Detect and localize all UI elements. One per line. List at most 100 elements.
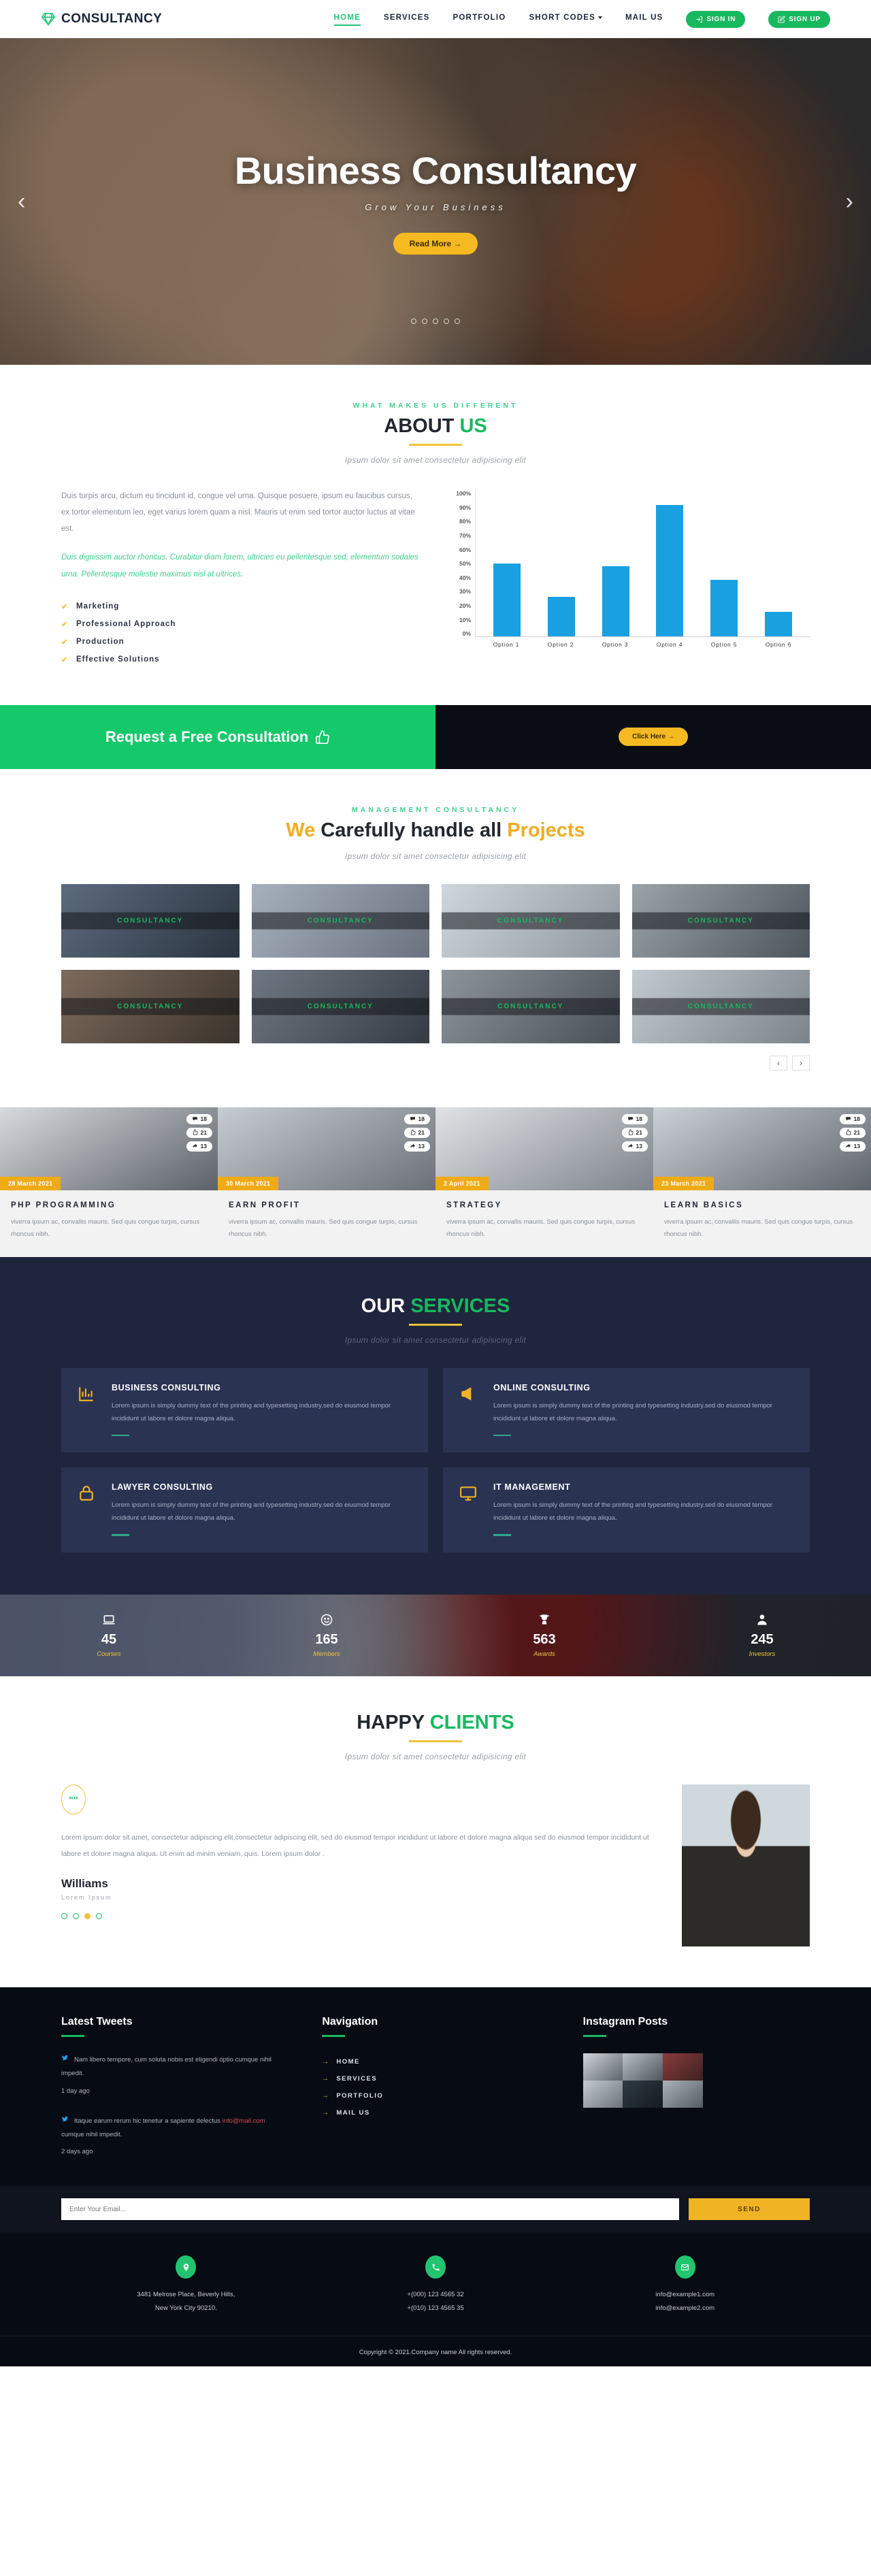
- footer-tweets-title: Latest Tweets: [61, 2015, 133, 2027]
- lock-icon: [78, 1482, 98, 1536]
- service-card[interactable]: LAWYER CONSULTING Lorem ipsum is simply d…: [61, 1467, 428, 1552]
- click-here-button[interactable]: Click Here →: [619, 728, 688, 747]
- twitter-icon: [61, 2055, 69, 2064]
- blog-excerpt: viverra ipsum ac, convallis mauris. Sed …: [229, 1218, 418, 1238]
- statistic-label: Courses: [97, 1650, 121, 1658]
- statistic-value: 245: [751, 1631, 774, 1647]
- projects-description: Ipsum dolor sit amet consectetur adipisi…: [344, 851, 527, 861]
- consultation-banner: Request a Free Consultation Click Here →: [0, 704, 871, 769]
- footer-tweet-text: Nam libero tempore, cum soluta nobis est…: [61, 2055, 272, 2077]
- blog-date: 30 March 2021: [218, 1176, 279, 1190]
- blog-body: LEARN BASICS viverra ipsum ac, convallis …: [653, 1190, 871, 1257]
- footer-nav-item[interactable]: PORTFOLIO: [322, 2087, 548, 2104]
- project-label: CONSULTANCY: [61, 912, 240, 930]
- project-card[interactable]: CONSULTANCY: [442, 969, 620, 1043]
- nav-item-short-codes[interactable]: SHORT CODES: [529, 14, 602, 25]
- blog-card[interactable]: 18 21 13 30 March 2021 EARN PROFIT viverra ip…: [218, 1107, 436, 1257]
- chart-bar: [602, 566, 629, 636]
- testimonial-dot[interactable]: [96, 1913, 102, 1920]
- service-card[interactable]: ONLINE CONSULTING Lorem ipsum is simply d…: [443, 1367, 810, 1453]
- project-card[interactable]: CONSULTANCY: [251, 883, 429, 958]
- hero-read-more-button[interactable]: Read More →: [393, 233, 478, 255]
- testimonial-author-name: Williams: [61, 1877, 108, 1891]
- hero-dot[interactable]: [455, 319, 460, 324]
- hero-dot[interactable]: [433, 319, 438, 324]
- footer-navigation-column: Navigation HOMESERVICESPORTFOLIOMAIL US: [322, 2016, 548, 2159]
- blog-card[interactable]: 18 21 13 23 March 2021 LEARN BASICS viverra i…: [653, 1107, 871, 1257]
- blog-card[interactable]: 18 21 13 2 April 2021 STRATEGY viverra ipsum …: [436, 1107, 653, 1257]
- instagram-thumbnail[interactable]: [623, 2080, 663, 2108]
- hero-dot[interactable]: [422, 319, 427, 324]
- about-title-dark: ABOUT: [384, 415, 455, 437]
- instagram-thumbnail[interactable]: [662, 2080, 703, 2108]
- statistic-item: 563 Awards: [436, 1613, 653, 1658]
- project-card[interactable]: CONSULTANCY: [61, 883, 240, 958]
- hero-prev-arrow[interactable]: ‹: [12, 184, 31, 218]
- chart-x-tick: Option 6: [765, 641, 792, 648]
- project-card[interactable]: CONSULTANCY: [61, 969, 240, 1043]
- blog-title: STRATEGY: [446, 1201, 502, 1209]
- footer-nav-item[interactable]: MAIL US: [322, 2104, 548, 2121]
- project-card[interactable]: CONSULTANCY: [631, 969, 810, 1043]
- project-card[interactable]: CONSULTANCY: [631, 883, 810, 958]
- statistic-item: 45 Courses: [0, 1613, 218, 1658]
- instagram-thumbnail[interactable]: [662, 2053, 703, 2081]
- testimonial-dots[interactable]: [61, 1913, 655, 1920]
- nav-item-services[interactable]: SERVICES: [384, 14, 430, 25]
- nav-item-portfolio[interactable]: PORTFOLIO: [453, 14, 506, 25]
- statistics-section: 45 Courses 165 Members 563 Awards 245 Investors: [0, 1594, 871, 1676]
- footer-tweet-link[interactable]: info@mail.com: [223, 2117, 265, 2125]
- service-card[interactable]: BUSINESS CONSULTING Lorem ipsum is simply…: [61, 1367, 428, 1453]
- sign-in-icon: [696, 16, 703, 22]
- services-title: OUR SERVICES: [61, 1295, 810, 1318]
- services-description: Ipsum dolor sit amet consectetur adipisi…: [344, 1335, 527, 1345]
- chart-y-tick: 0%: [462, 630, 471, 638]
- sign-up-button[interactable]: SIGN UP: [768, 10, 830, 28]
- instagram-thumbnail[interactable]: [623, 2053, 663, 2081]
- hero-slider: ‹ › Business Consultancy Grow Your Busin…: [0, 38, 871, 365]
- hero-dot[interactable]: [444, 319, 449, 324]
- blog-card[interactable]: 18 21 13 28 March 2021 PHP PROGRAMMING viverr…: [0, 1107, 218, 1257]
- sign-in-button[interactable]: SIGN IN: [686, 10, 746, 28]
- testimonial-title-rule: [409, 1740, 462, 1742]
- thumbs-up-icon: [627, 1129, 634, 1137]
- footer-tweets-column: Latest Tweets Nam libero tempore, cum so…: [61, 2016, 288, 2159]
- about-feature-list: Marketing Professional Approach Producti…: [61, 598, 422, 668]
- testimonial-dot-active[interactable]: [84, 1913, 91, 1920]
- contact-line: 3481 Melrose Place, Beverly Hills,: [137, 2291, 235, 2299]
- footer-tweets-rule: [61, 2034, 84, 2037]
- twitter-icon: [61, 2116, 69, 2125]
- service-rule: [112, 1534, 129, 1536]
- hero-next-arrow[interactable]: ›: [840, 184, 859, 218]
- brand-logo[interactable]: CONSULTANCY: [41, 12, 162, 27]
- blog-excerpt: viverra ipsum ac, convallis mauris. Sed …: [11, 1218, 200, 1238]
- nav-item-mail-us[interactable]: MAIL US: [625, 14, 663, 25]
- nav-item-home[interactable]: HOME: [333, 14, 361, 26]
- hero-dot[interactable]: [411, 319, 416, 324]
- project-card[interactable]: CONSULTANCY: [442, 883, 620, 958]
- testimonial-text: Lorem ipsum dolor sit amet, consectetur …: [61, 1833, 649, 1858]
- project-card[interactable]: CONSULTANCY: [251, 969, 429, 1043]
- projects-next-button[interactable]: ›: [792, 1055, 810, 1071]
- about-bar-chart: 100% 90% 80% 70% 60% 50% 40% 30% 20% 10% 0% Option…: [449, 488, 810, 648]
- service-name: LAWYER CONSULTING: [112, 1482, 213, 1493]
- footer-tweet: Itaque earum rerum hic tenetur a sapient…: [61, 2115, 288, 2159]
- service-card[interactable]: IT MANAGEMENT Lorem ipsum is simply dummy…: [443, 1467, 810, 1552]
- nav-item-short-codes-label: SHORT CODES: [529, 14, 595, 22]
- projects-section: MANAGEMENT CONSULTANCY We Carefully hand…: [0, 769, 871, 1107]
- newsletter-email-input[interactable]: [61, 2198, 679, 2221]
- statistic-value: 45: [101, 1631, 117, 1647]
- chevron-down-icon: [597, 16, 602, 19]
- testimonial-dot[interactable]: [73, 1913, 79, 1920]
- footer-nav-item[interactable]: SERVICES: [322, 2070, 548, 2087]
- testimonial-dot[interactable]: [61, 1913, 67, 1920]
- footer-nav-item[interactable]: HOME: [322, 2053, 548, 2070]
- hero-read-more-label: Read More: [409, 239, 451, 248]
- projects-prev-button[interactable]: ‹: [770, 1055, 787, 1071]
- instagram-thumbnail[interactable]: [582, 2080, 623, 2108]
- chart-x-tick: Option 5: [710, 641, 738, 648]
- comment-icon: [845, 1115, 851, 1123]
- newsletter-send-button[interactable]: SEND: [689, 2198, 810, 2221]
- hero-dots[interactable]: [411, 319, 460, 324]
- instagram-thumbnail[interactable]: [582, 2053, 623, 2081]
